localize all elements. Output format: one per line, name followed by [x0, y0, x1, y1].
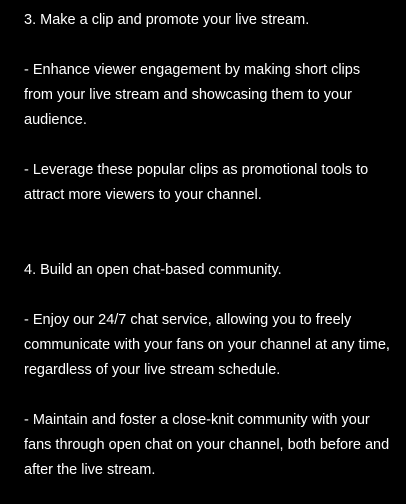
- section-4-heading: 4. Build an open chat-based community.: [24, 262, 282, 278]
- section-4-point-2: - Maintain and foster a close-knit commu…: [24, 412, 390, 478]
- section-3-point-2: - Leverage these popular clips as promot…: [24, 162, 369, 203]
- section-4-point-1: - Enjoy our 24/7 chat service, allowing …: [24, 312, 390, 378]
- section-3-heading: 3. Make a clip and promote your live str…: [24, 12, 310, 28]
- section-3-point-1: - Enhance viewer engagement by making sh…: [24, 62, 361, 128]
- article-content: 3. Make a clip and promote your live str…: [24, 8, 392, 483]
